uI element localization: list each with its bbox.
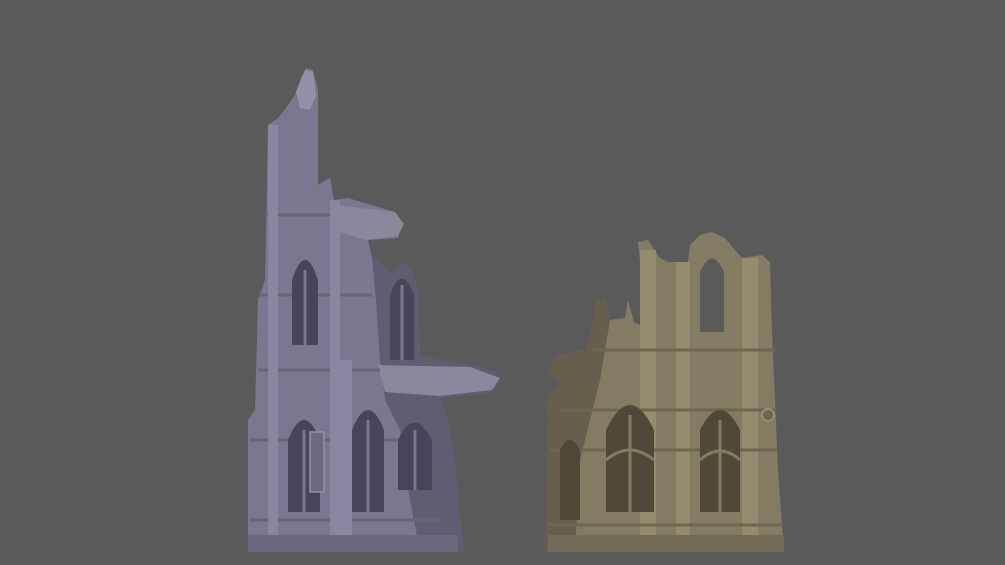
left-base [248,535,458,552]
right-top-arch [700,258,724,332]
background [0,0,1005,565]
3d-viewport[interactable] [0,0,1005,565]
scene-canvas [0,0,1005,565]
left-ornament-panel [309,431,325,493]
right-round-ornament [761,408,775,422]
right-base [548,535,784,552]
